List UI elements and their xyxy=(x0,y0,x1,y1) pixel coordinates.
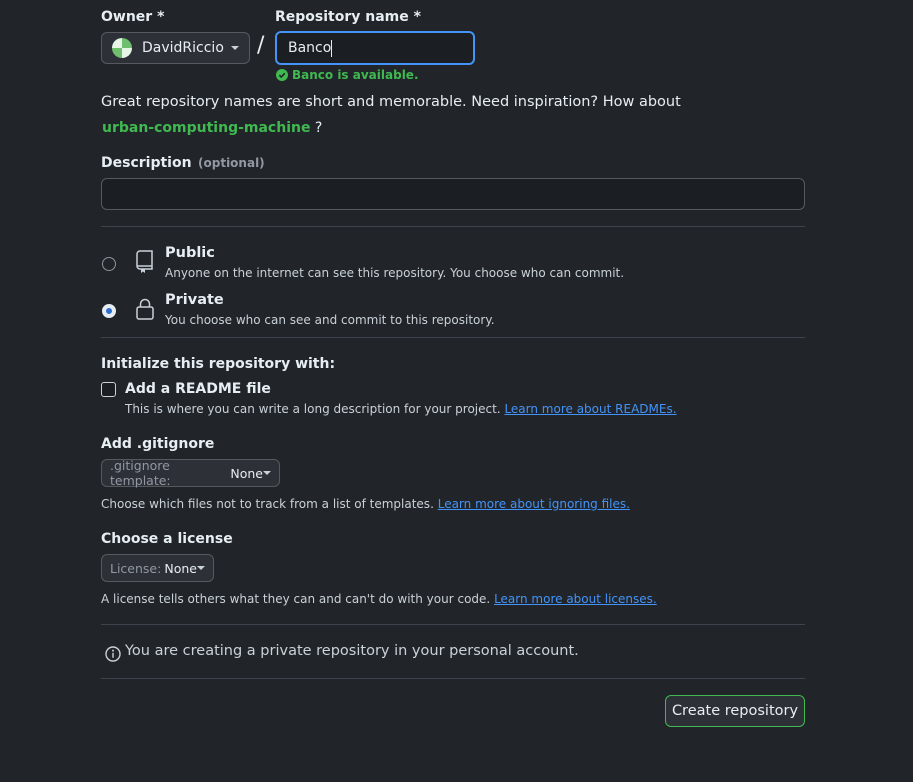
init-heading: Initialize this repository with: xyxy=(101,356,336,372)
suggestion-line: urban-computing-machine ? xyxy=(102,120,322,136)
info-icon xyxy=(105,646,121,662)
license-prefix: License: xyxy=(110,560,162,576)
license-learn-more-link[interactable]: Learn more about licenses. xyxy=(494,592,657,606)
divider xyxy=(101,226,805,227)
license-desc-row: A license tells others what they can and… xyxy=(101,592,657,606)
description-input[interactable] xyxy=(101,178,805,210)
readme-desc-row: This is where you can write a long descr… xyxy=(125,402,677,416)
private-title[interactable]: Private xyxy=(165,292,224,308)
license-heading: Choose a license xyxy=(101,531,233,547)
availability-text: Banco is available. xyxy=(292,68,419,82)
description-label-row: Description (optional) xyxy=(101,155,265,171)
chevron-down-icon xyxy=(197,566,205,570)
availability-message: Banco is available. xyxy=(276,68,419,82)
readme-learn-more-link[interactable]: Learn more about READMEs. xyxy=(504,402,676,416)
repo-name-label: Repository name * xyxy=(275,9,421,25)
suggestion-text: Great repository names are short and mem… xyxy=(101,94,681,110)
gitignore-description: Choose which files not to track from a l… xyxy=(101,497,434,511)
repo-name-value: Banco xyxy=(288,40,332,56)
owner-repo-separator: / xyxy=(257,33,265,58)
create-repository-button[interactable]: Create repository xyxy=(665,695,805,727)
gitignore-template-select[interactable]: .gitignore template: None xyxy=(101,458,280,488)
gitignore-desc-row: Choose which files not to track from a l… xyxy=(101,497,630,511)
check-circle-icon xyxy=(276,69,288,81)
license-description: A license tells others what they can and… xyxy=(101,592,491,606)
divider xyxy=(101,624,805,625)
readme-checkbox[interactable] xyxy=(101,382,116,397)
license-value: None xyxy=(164,560,197,576)
text-cursor xyxy=(331,39,333,57)
suggestion-suffix: ? xyxy=(314,120,323,136)
description-optional: (optional) xyxy=(198,156,265,170)
private-notice: You are creating a private repository in… xyxy=(125,643,579,659)
gitignore-heading: Add .gitignore xyxy=(101,436,215,452)
divider xyxy=(101,337,805,338)
public-title[interactable]: Public xyxy=(165,245,215,261)
gitignore-prefix: .gitignore template: xyxy=(110,458,171,488)
private-radio[interactable] xyxy=(102,304,116,318)
readme-label[interactable]: Add a README file xyxy=(125,381,271,397)
repo-icon xyxy=(136,250,153,273)
description-label: Description xyxy=(101,155,192,171)
private-description: You choose who can see and commit to thi… xyxy=(165,313,495,327)
gitignore-value: None xyxy=(230,465,263,481)
owner-select[interactable]: DavidRiccio xyxy=(101,32,250,64)
lock-icon xyxy=(136,298,154,320)
gitignore-learn-more-link[interactable]: Learn more about ignoring files. xyxy=(438,497,630,511)
license-select[interactable]: License: None xyxy=(101,554,214,582)
chevron-down-icon xyxy=(263,471,271,475)
suggested-name-button[interactable]: urban-computing-machine xyxy=(102,120,310,136)
owner-name: DavidRiccio xyxy=(142,40,224,56)
owner-avatar xyxy=(112,38,132,58)
owner-label: Owner * xyxy=(101,9,165,25)
readme-description: This is where you can write a long descr… xyxy=(125,402,501,416)
repo-name-input[interactable]: Banco xyxy=(275,31,475,65)
divider xyxy=(101,678,805,679)
public-radio[interactable] xyxy=(102,257,116,271)
public-description: Anyone on the internet can see this repo… xyxy=(165,266,625,280)
chevron-down-icon xyxy=(231,46,239,50)
